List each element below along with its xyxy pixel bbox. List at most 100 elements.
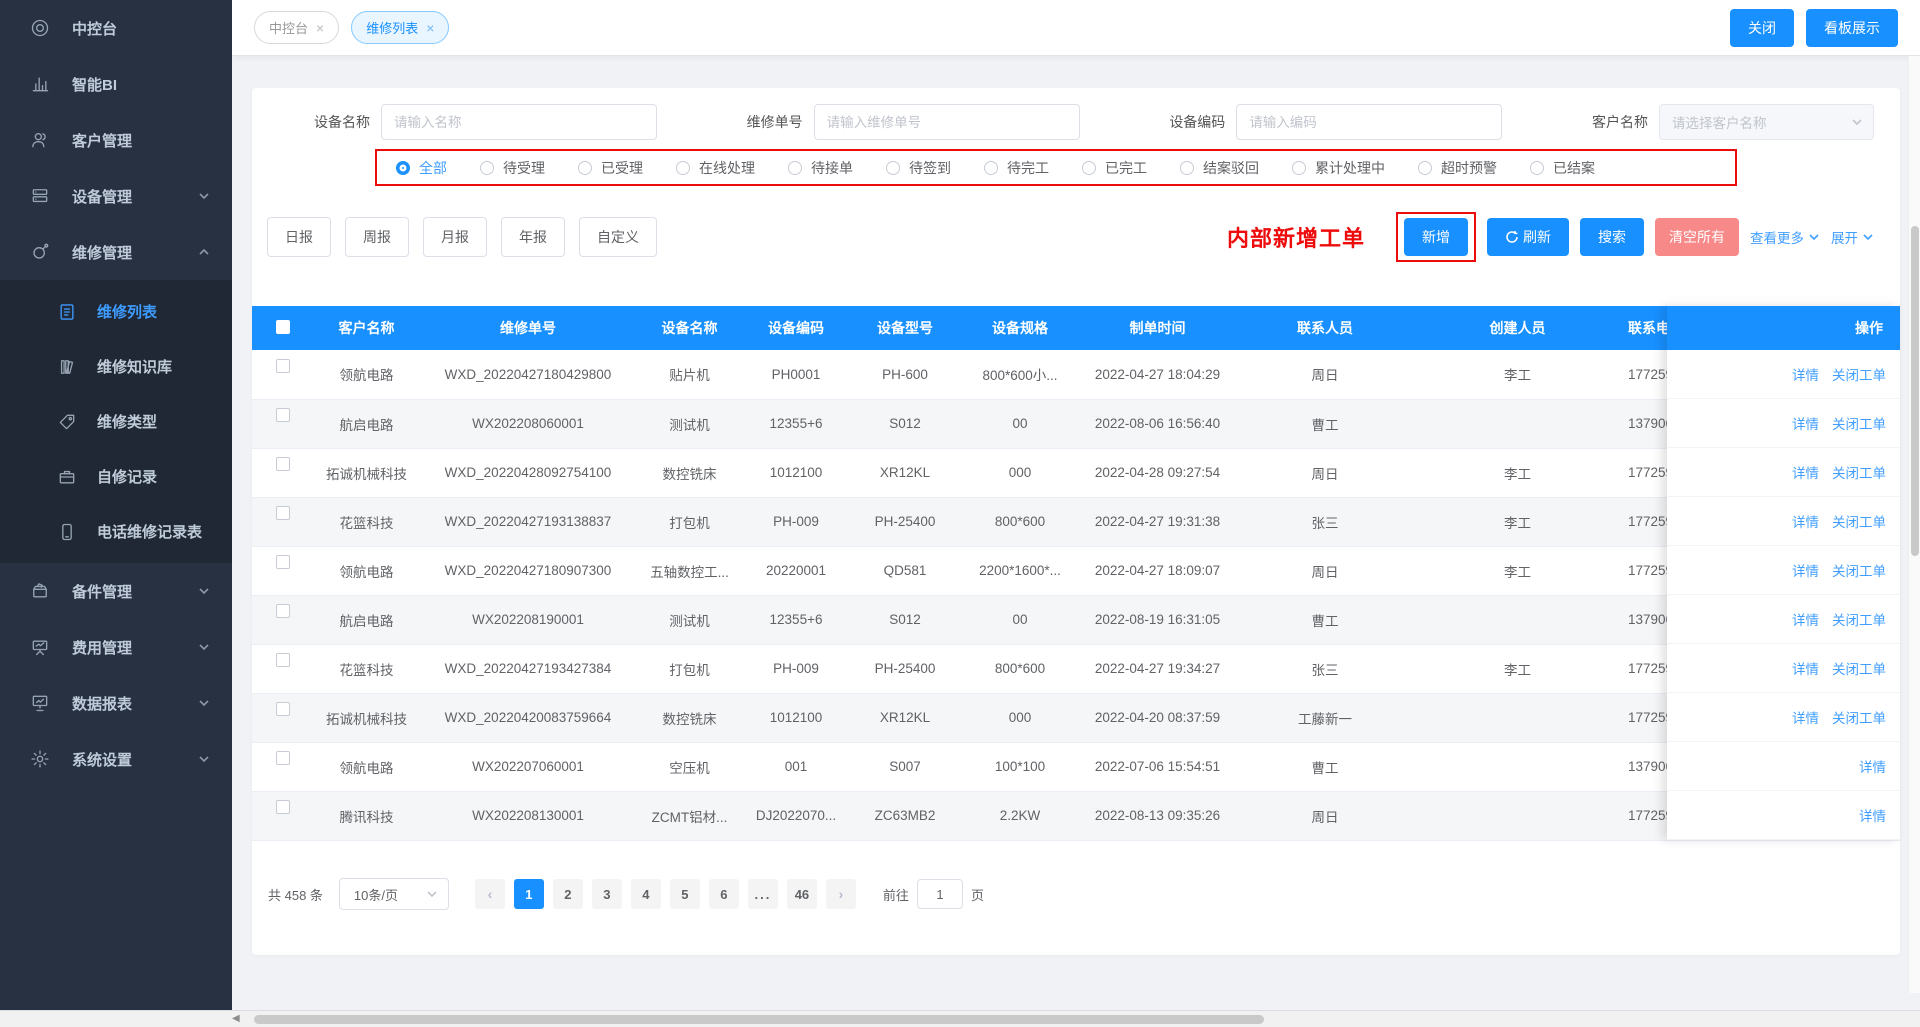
- status-radio-超时预警[interactable]: 超时预警: [1418, 158, 1497, 178]
- next-page-button[interactable]: ›: [826, 879, 856, 909]
- report-button-自定义[interactable]: 自定义: [579, 217, 657, 257]
- add-button[interactable]: 新增: [1404, 218, 1468, 256]
- tab-console[interactable]: 中控台 ×: [254, 11, 339, 44]
- status-radio-待接单[interactable]: 待接单: [788, 158, 853, 178]
- sidebar-item-维修知识库[interactable]: 维修知识库: [0, 339, 232, 394]
- scroll-left-arrow-icon[interactable]: ◀: [232, 1013, 240, 1024]
- table-row[interactable]: 拓诚机械科技WXD_20220428092754100数控铣床1012100XR…: [252, 448, 1900, 497]
- close-order-link[interactable]: 关闭工单: [1832, 511, 1886, 531]
- row-checkbox[interactable]: [276, 359, 290, 373]
- page-button-6[interactable]: 6: [709, 879, 739, 909]
- detail-link[interactable]: 详情: [1792, 413, 1819, 433]
- page-button-46[interactable]: 46: [787, 879, 817, 909]
- repair-no-input[interactable]: [814, 104, 1080, 140]
- board-display-button[interactable]: 看板展示: [1806, 9, 1898, 47]
- sidebar-item-自修记录[interactable]: 自修记录: [0, 449, 232, 504]
- sidebar-item-备件管理[interactable]: 备件管理: [0, 563, 232, 619]
- vertical-scrollbar-thumb[interactable]: [1911, 226, 1919, 556]
- sidebar-item-客户管理[interactable]: 客户管理: [0, 112, 232, 168]
- search-button[interactable]: 搜索: [1580, 218, 1644, 256]
- sidebar-item-维修列表[interactable]: 维修列表: [0, 284, 232, 339]
- clear-all-button[interactable]: 清空所有: [1655, 218, 1739, 256]
- select-all-checkbox[interactable]: [276, 320, 290, 334]
- sidebar-item-设备管理[interactable]: 设备管理: [0, 168, 232, 224]
- vertical-scrollbar[interactable]: [1908, 56, 1920, 993]
- sidebar-item-系统设置[interactable]: 系统设置: [0, 731, 232, 787]
- horizontal-scrollbar-thumb[interactable]: [254, 1015, 1264, 1024]
- status-radio-累计处理中[interactable]: 累计处理中: [1292, 158, 1385, 178]
- page-button-5[interactable]: 5: [670, 879, 700, 909]
- report-button-年报[interactable]: 年报: [501, 217, 565, 257]
- view-more-link[interactable]: 查看更多: [1750, 227, 1820, 247]
- row-checkbox[interactable]: [276, 751, 290, 765]
- expand-link[interactable]: 展开: [1831, 227, 1874, 247]
- sidebar-item-维修管理[interactable]: 维修管理: [0, 224, 232, 280]
- table-row[interactable]: 航启电路WX202208060001测试机12355+6S012002022-0…: [252, 399, 1900, 448]
- close-button[interactable]: 关闭: [1730, 9, 1794, 47]
- close-order-link[interactable]: 关闭工单: [1832, 707, 1886, 727]
- report-button-日报[interactable]: 日报: [267, 217, 331, 257]
- table-row[interactable]: 领航电路WXD_20220427180907300五轴数控工...2022000…: [252, 546, 1900, 595]
- status-radio-全部[interactable]: 全部: [396, 158, 447, 178]
- detail-link[interactable]: 详情: [1792, 658, 1819, 678]
- status-radio-待受理[interactable]: 待受理: [480, 158, 545, 178]
- sidebar-item-智能BI[interactable]: 智能BI: [0, 56, 232, 112]
- page-button-2[interactable]: 2: [553, 879, 583, 909]
- table-row[interactable]: 腾讯科技WX202208130001ZCMT铝材...DJ2022070...Z…: [252, 791, 1900, 840]
- row-checkbox[interactable]: [276, 604, 290, 618]
- row-checkbox[interactable]: [276, 653, 290, 667]
- status-radio-已结案[interactable]: 已结案: [1530, 158, 1595, 178]
- status-radio-结案驳回[interactable]: 结案驳回: [1180, 158, 1259, 178]
- sidebar-item-电话维修记录表[interactable]: 电话维修记录表: [0, 504, 232, 559]
- page-size-select[interactable]: 10条/页: [339, 878, 449, 910]
- table-row[interactable]: 领航电路WXD_20220427180429800贴片机PH0001PH-600…: [252, 350, 1900, 399]
- detail-link[interactable]: 详情: [1792, 364, 1819, 384]
- table-row[interactable]: 花篮科技WXD_20220427193138837打包机PH-009PH-254…: [252, 497, 1900, 546]
- table-row[interactable]: 航启电路WX202208190001测试机12355+6S012002022-0…: [252, 595, 1900, 644]
- close-order-link[interactable]: 关闭工单: [1832, 413, 1886, 433]
- table-row[interactable]: 领航电路WX202207060001空压机001S007100*1002022-…: [252, 742, 1900, 791]
- sidebar-item-中控台[interactable]: 中控台: [0, 0, 232, 56]
- close-order-link[interactable]: 关闭工单: [1832, 364, 1886, 384]
- row-checkbox[interactable]: [276, 800, 290, 814]
- row-checkbox[interactable]: [276, 506, 290, 520]
- customer-name-select[interactable]: 请选择客户名称: [1659, 104, 1874, 140]
- close-order-link[interactable]: 关闭工单: [1832, 609, 1886, 629]
- table-row[interactable]: 拓诚机械科技WXD_20220420083759664数控铣床1012100XR…: [252, 693, 1900, 742]
- status-radio-在线处理[interactable]: 在线处理: [676, 158, 755, 178]
- refresh-button[interactable]: 刷新: [1487, 218, 1569, 256]
- sidebar-item-维修类型[interactable]: 维修类型: [0, 394, 232, 449]
- page-button-4[interactable]: 4: [631, 879, 661, 909]
- device-code-input[interactable]: [1236, 104, 1502, 140]
- status-radio-待完工[interactable]: 待完工: [984, 158, 1049, 178]
- row-checkbox[interactable]: [276, 702, 290, 716]
- detail-link[interactable]: 详情: [1792, 707, 1819, 727]
- status-radio-待签到[interactable]: 待签到: [886, 158, 951, 178]
- sidebar-item-费用管理[interactable]: 费用管理: [0, 619, 232, 675]
- table-row[interactable]: 花篮科技WXD_20220427193427384打包机PH-009PH-254…: [252, 644, 1900, 693]
- close-order-link[interactable]: 关闭工单: [1832, 560, 1886, 580]
- detail-link[interactable]: 详情: [1859, 805, 1886, 825]
- prev-page-button[interactable]: ‹: [475, 879, 505, 909]
- device-name-input[interactable]: [381, 104, 657, 140]
- sidebar-item-数据报表[interactable]: 数据报表: [0, 675, 232, 731]
- status-radio-已受理[interactable]: 已受理: [578, 158, 643, 178]
- status-radio-已完工[interactable]: 已完工: [1082, 158, 1147, 178]
- report-button-周报[interactable]: 周报: [345, 217, 409, 257]
- close-order-link[interactable]: 关闭工单: [1832, 462, 1886, 482]
- detail-link[interactable]: 详情: [1792, 511, 1819, 531]
- page-button-1[interactable]: 1: [514, 879, 544, 909]
- close-icon[interactable]: ×: [316, 21, 324, 35]
- row-checkbox[interactable]: [276, 408, 290, 422]
- report-button-月报[interactable]: 月报: [423, 217, 487, 257]
- page-ellipsis[interactable]: ...: [748, 879, 778, 909]
- close-icon[interactable]: ×: [426, 21, 434, 35]
- detail-link[interactable]: 详情: [1792, 609, 1819, 629]
- goto-page-input[interactable]: [917, 879, 963, 909]
- horizontal-scrollbar[interactable]: ◀: [0, 1010, 1920, 1027]
- row-checkbox[interactable]: [276, 457, 290, 471]
- page-button-3[interactable]: 3: [592, 879, 622, 909]
- detail-link[interactable]: 详情: [1792, 560, 1819, 580]
- row-checkbox[interactable]: [276, 555, 290, 569]
- detail-link[interactable]: 详情: [1859, 756, 1886, 776]
